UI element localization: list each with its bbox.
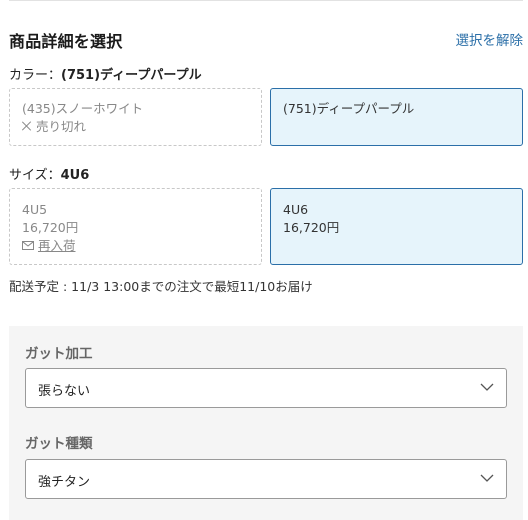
gut-type-label: ガット種類 — [25, 436, 93, 452]
gut-processing-value: 張らない — [38, 384, 91, 399]
soldout-label: 売り切れ — [35, 119, 86, 134]
color-option-name: (751)ディープパープル — [283, 101, 415, 116]
size-option-4u5[interactable]: 4U5 16,720円 再入荷 — [9, 188, 262, 265]
size-label-row: サイズ：4U6 — [9, 164, 89, 183]
gut-processing-label: ガット加工 — [25, 346, 93, 362]
mail-icon — [22, 241, 34, 250]
clear-selection-link[interactable]: 選択を解除 — [456, 29, 524, 49]
size-selected-value: 4U6 — [60, 168, 90, 183]
gut-processing-select[interactable]: 張らない — [25, 368, 507, 408]
size-option-price: 16,720円 — [283, 220, 340, 235]
size-label: サイズ： — [9, 168, 61, 183]
color-option-deep-purple[interactable]: (751)ディープパープル — [270, 88, 523, 146]
gut-type-select[interactable]: 強チタン — [25, 459, 507, 499]
size-option-name: 4U6 — [283, 202, 309, 217]
gut-type-value: 強チタン — [38, 475, 91, 490]
restock-label: 再入荷 — [37, 238, 76, 253]
soldout-indicator: 売り切れ — [22, 118, 249, 136]
size-option-4u6[interactable]: 4U6 16,720円 — [270, 188, 523, 265]
size-option-name: 4U5 — [22, 202, 48, 217]
color-label-row: カラー：(751)ディープパープル — [9, 64, 202, 83]
chevron-down-icon — [480, 474, 494, 482]
restock-link[interactable]: 再入荷 — [22, 237, 249, 255]
chevron-down-icon — [480, 383, 494, 391]
size-option-price: 16,720円 — [22, 220, 79, 235]
color-option-name: (435)スノーホワイト — [22, 101, 144, 116]
color-selected-value: (751)ディープパープル — [61, 68, 202, 83]
section-title: 商品詳細を選択 — [9, 32, 123, 51]
top-divider — [9, 0, 523, 1]
x-mark-icon — [22, 121, 32, 131]
options-panel: ガット加工 張らない ガット種類 強チタン — [9, 326, 523, 520]
color-option-snow-white[interactable]: (435)スノーホワイト 売り切れ — [9, 88, 262, 146]
section-header: 商品詳細を選択 選択を解除 — [9, 28, 524, 51]
delivery-estimate: 配送予定 : 11/3 13:00までの注文で最短11/10お届け — [9, 279, 313, 294]
color-label: カラー： — [9, 68, 62, 83]
